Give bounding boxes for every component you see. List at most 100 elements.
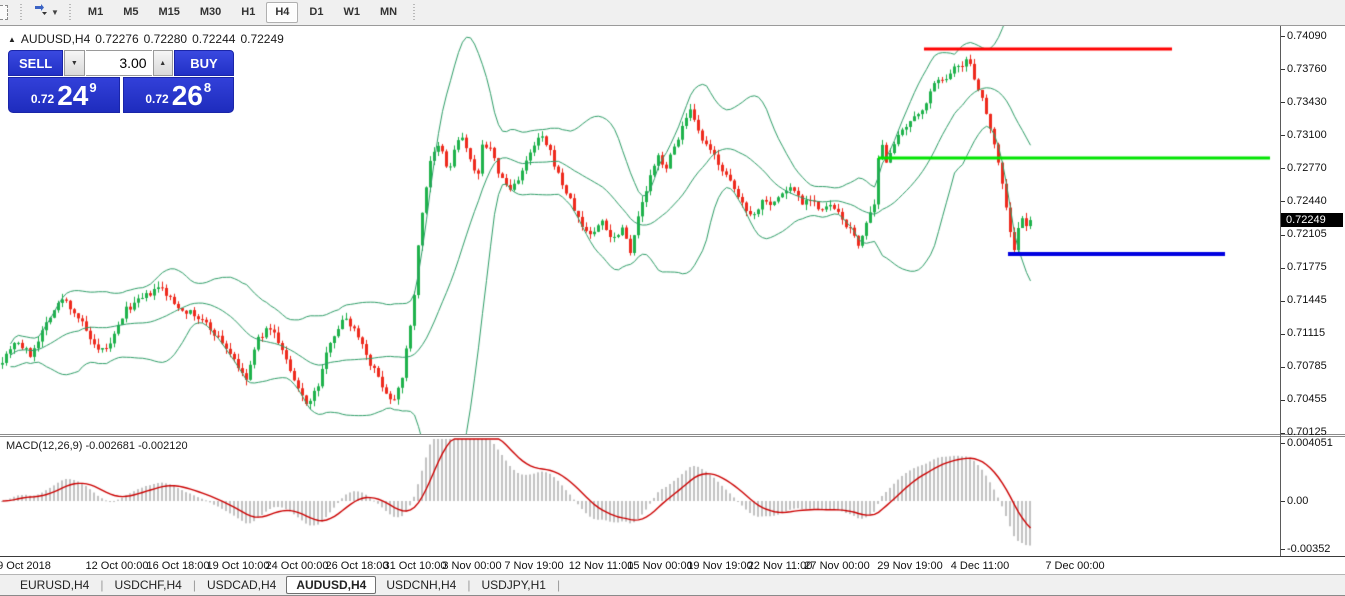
open-value: 0.72276: [95, 32, 138, 46]
price-axis-tick: [1281, 400, 1285, 401]
price-axis-tick: [1281, 433, 1285, 434]
volume-increase-button[interactable]: ▲: [153, 50, 173, 76]
price-axis-label: 0.73430: [1287, 96, 1327, 108]
time-axis: 9 Oct 2018 12 Oct 00:0016 Oct 18:0019 Oct…: [0, 556, 1345, 575]
buy-button[interactable]: BUY: [174, 50, 234, 76]
price-axis-tick: [1281, 36, 1285, 37]
high-value: 0.72280: [144, 32, 187, 46]
price-axis-label: 0.72440: [1287, 195, 1327, 207]
timeframe-button-m30[interactable]: M30: [191, 2, 230, 23]
price-axis-tick: [1281, 334, 1285, 335]
sell-price-prefix: 0.72: [31, 92, 54, 106]
macd-axis-tick: [1281, 501, 1285, 502]
price-axis-border: [1280, 26, 1281, 556]
toolbar-grip: [411, 4, 418, 21]
price-axis-label: 0.71115: [1287, 327, 1325, 339]
tab-separator: |: [557, 578, 560, 592]
price-axis-tick: [1281, 201, 1285, 202]
macd-indicator-canvas[interactable]: [0, 437, 1279, 556]
time-axis-label: 19 Oct 10:00: [207, 560, 270, 572]
time-axis-label: 7 Dec 00:00: [1045, 560, 1104, 572]
timeframe-button-h1[interactable]: H1: [232, 2, 264, 23]
buy-price-button[interactable]: 0.72 26 8: [123, 77, 235, 113]
tab-usdjpy-h1[interactable]: USDJPY,H1: [471, 577, 555, 593]
pane-separator[interactable]: [0, 434, 1345, 437]
double-arrows-dropdown-button[interactable]: ▼: [30, 1, 62, 24]
time-axis-label: 29 Nov 19:00: [877, 560, 942, 572]
tab-eurusd-h4[interactable]: EURUSD,H4: [10, 577, 99, 593]
sell-price-big: 24: [57, 83, 88, 109]
price-axis-tick: [1281, 367, 1285, 368]
timeframe-button-mn[interactable]: MN: [371, 2, 406, 23]
toolbar-grip: [18, 4, 25, 21]
tab-separator: |: [100, 578, 103, 592]
price-axis-label: 0.71775: [1287, 261, 1327, 273]
buy-price-big: 26: [172, 83, 203, 109]
symbol-tab-bar: EURUSD,H4|USDCHF,H4|USDCAD,H4AUDUSD,H4US…: [0, 574, 1345, 595]
price-axis-tick: [1281, 268, 1285, 269]
price-axis-label: 0.70785: [1287, 360, 1327, 372]
macd-axis-tick: [1281, 549, 1285, 550]
price-axis-label: 0.72770: [1287, 162, 1327, 174]
time-axis-label: 24 Oct 00:00: [266, 560, 329, 572]
macd-axis-label: -0.00352: [1287, 543, 1330, 555]
timeframe-button-m1[interactable]: M1: [79, 2, 112, 23]
price-axis-label: 0.73760: [1287, 63, 1327, 75]
sell-price-pip: 9: [89, 80, 96, 95]
current-price-tag: 0.72249: [1281, 213, 1343, 227]
timeframe-button-m5[interactable]: M5: [114, 2, 147, 23]
time-axis-label: 4 Dec 11:00: [951, 560, 1010, 572]
price-axis-label: 0.74090: [1287, 30, 1327, 42]
low-value: 0.72244: [192, 32, 235, 46]
tab-separator: |: [193, 578, 196, 592]
time-axis-label: 16 Oct 18:00: [147, 560, 210, 572]
sell-price-button[interactable]: 0.72 24 9: [8, 77, 120, 113]
time-axis-label: 12 Oct 00:00: [86, 560, 149, 572]
time-axis-label: 31 Oct 10:00: [384, 560, 447, 572]
chevron-down-icon: ▼: [51, 8, 59, 17]
tab-separator: |: [467, 578, 470, 592]
macd-axis-tick: [1281, 443, 1285, 444]
time-axis-label: 22 Nov 11:00: [748, 560, 813, 572]
time-axis-label: 3 Nov 00:00: [442, 560, 501, 572]
price-axis-tick: [1281, 168, 1285, 169]
timeframe-button-w1[interactable]: W1: [334, 2, 369, 23]
price-axis-label: 0.73100: [1287, 129, 1327, 141]
toolbar-grip: [67, 4, 74, 21]
macd-indicator-label: MACD(12,26,9) -0.002681 -0.002120: [6, 440, 188, 452]
timeframe-toolbar: ▼ M1M5M15M30H1H4D1W1MN: [0, 0, 1345, 26]
price-axis-label: 0.71445: [1287, 294, 1327, 306]
buy-price-prefix: 0.72: [145, 92, 168, 106]
price-axis-tick: [1281, 135, 1285, 136]
price-axis-label: 0.70455: [1287, 393, 1327, 405]
volume-decrease-button[interactable]: ▼: [64, 50, 84, 76]
price-axis-label: 0.72105: [1287, 228, 1327, 240]
time-axis-label: 9 Oct 2018: [0, 560, 51, 572]
time-axis-label: 7 Nov 19:00: [504, 560, 563, 572]
timeframe-button-m15[interactable]: M15: [149, 2, 188, 23]
selection-marquee-icon[interactable]: [0, 5, 8, 20]
tab-usdcnh-h4[interactable]: USDCNH,H4: [376, 577, 466, 593]
close-value: 0.72249: [240, 32, 283, 46]
time-axis-label: 15 Nov 00:00: [627, 560, 692, 572]
price-axis-tick: [1281, 102, 1285, 103]
chart-title: ▲ AUDUSD,H4 0.72276 0.72280 0.72244 0.72…: [8, 32, 284, 46]
tab-audusd-h4[interactable]: AUDUSD,H4: [286, 576, 376, 594]
macd-axis-label: 0.004051: [1287, 437, 1333, 449]
timeframe-button-h4[interactable]: H4: [266, 2, 298, 23]
time-axis-label: 19 Nov 19:00: [687, 560, 752, 572]
tab-usdcad-h4[interactable]: USDCAD,H4: [197, 577, 286, 593]
double-arrows-icon: [33, 3, 48, 22]
macd-axis-label: 0.00: [1287, 495, 1308, 507]
volume-input[interactable]: [86, 50, 152, 76]
time-axis-label: 26 Oct 18:00: [326, 560, 389, 572]
sell-button[interactable]: SELL: [8, 50, 63, 76]
tab-usdchf-h4[interactable]: USDCHF,H4: [104, 577, 191, 593]
price-axis-tick: [1281, 235, 1285, 236]
timeframe-button-d1[interactable]: D1: [300, 2, 332, 23]
time-axis-label: 12 Nov 11:00: [569, 560, 634, 572]
collapse-panel-icon[interactable]: ▲: [8, 35, 16, 44]
one-click-trading-panel: SELL ▼ ▲ BUY 0.72 24 9 0.72 26 8: [8, 50, 234, 113]
chart-area: ▲ AUDUSD,H4 0.72276 0.72280 0.72244 0.72…: [0, 26, 1345, 575]
trading-platform-window: ▼ M1M5M15M30H1H4D1W1MN ▲ AUDUSD,H4 0.722…: [0, 0, 1345, 596]
